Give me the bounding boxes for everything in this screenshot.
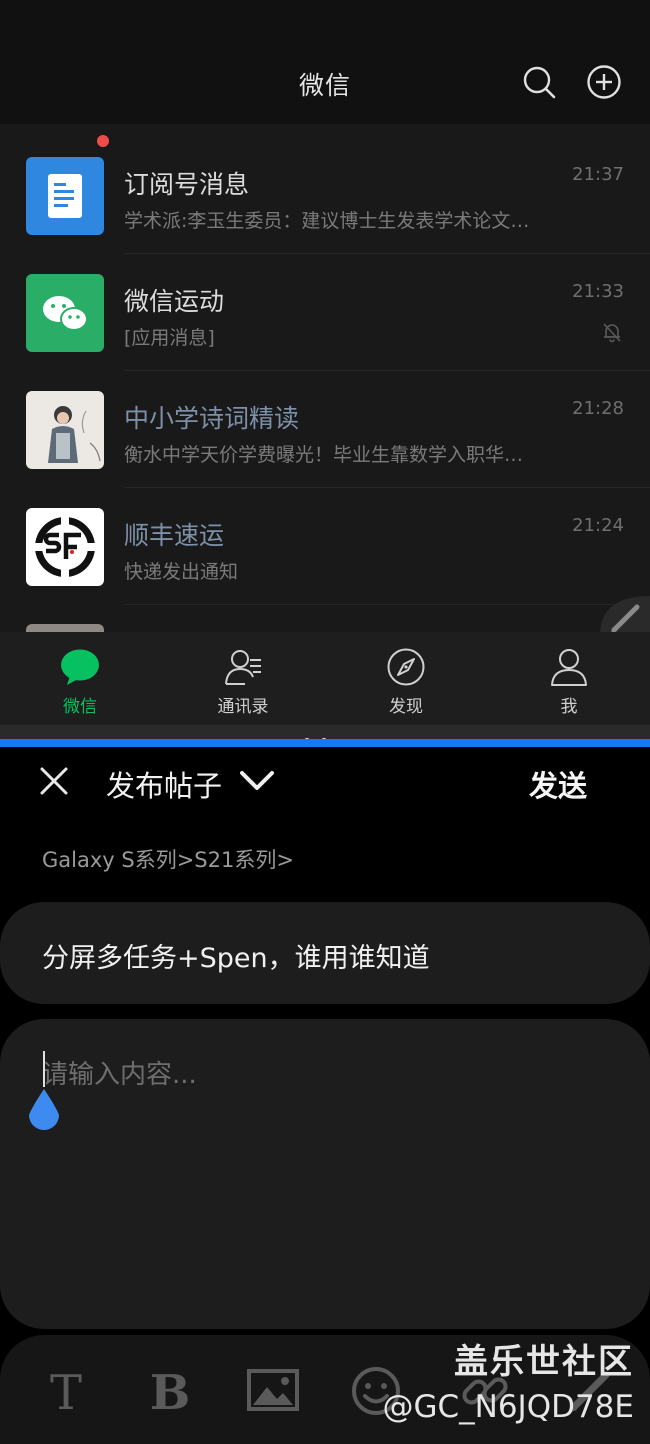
drag-dots-icon (304, 729, 348, 763)
cursor-handle-icon[interactable] (26, 1087, 62, 1133)
sf-express-logo-icon (26, 508, 104, 586)
unread-dot (95, 133, 111, 149)
chat-preview: 学术派:李玉生委员：建议博士生发表学术论文… (124, 210, 530, 232)
wechat-header: 微信 (0, 0, 650, 124)
editor-title[interactable]: 发布帖子 (106, 763, 222, 805)
floating-pen-icon[interactable] (600, 596, 650, 636)
post-content-field[interactable]: 请输入内容... (0, 1019, 650, 1329)
chat-name: 微信运动 (124, 287, 225, 316)
svg-text:B: B (150, 1365, 191, 1421)
svg-text:T: T (50, 1365, 82, 1421)
chat-item-sf-express[interactable]: 顺丰速运 快递发出通知 21:24 (0, 488, 650, 605)
chevron-down-icon[interactable] (238, 765, 276, 795)
chat-item-subscriptions[interactable]: 订阅号消息 学术派:李玉生委员：建议博士生发表学术论文… 21:37 (0, 137, 650, 254)
tab-label: 我 (560, 697, 578, 717)
close-icon[interactable] (38, 765, 70, 797)
send-button[interactable]: 发送 (529, 763, 587, 805)
tab-me[interactable]: 我 (509, 632, 629, 725)
chat-time: 21:33 (572, 281, 624, 302)
post-title-field[interactable]: 分屏多任务+Spen，谁用谁知道 (0, 902, 650, 1004)
person-icon (549, 647, 589, 687)
wechat-window: 微信 订阅号消息 学术派:李玉生委员：建议博士生发表学术论文… 21:37 微信… (0, 0, 650, 725)
wechat-sport-avatar-icon (26, 274, 104, 352)
breadcrumb[interactable]: Galaxy S系列>S21系列> (42, 844, 294, 874)
chat-time: 21:28 (572, 398, 624, 419)
chat-time: 21:37 (572, 164, 624, 185)
tab-discover[interactable]: 发现 (346, 632, 466, 725)
bold-icon[interactable]: B (140, 1361, 200, 1421)
chat-preview: [应用消息] (124, 327, 215, 349)
mute-bell-icon (600, 320, 624, 344)
subscription-avatar-icon (26, 157, 104, 235)
tab-label: 发现 (389, 697, 423, 717)
bottom-tab-bar: 微信 通讯录 发现 我 (0, 632, 650, 725)
tab-label: 微信 (63, 697, 97, 717)
watermark-user-id: @GC_N6JQD78E (382, 1389, 634, 1425)
poetry-avatar-icon (26, 391, 104, 469)
chat-preview: 衡水中学天价学费曝光！毕业生靠数学入职华… (124, 444, 524, 466)
compass-icon (386, 647, 426, 687)
image-icon[interactable] (243, 1361, 303, 1421)
text-cursor (43, 1051, 45, 1087)
chat-preview: 快递发出通知 (124, 561, 239, 583)
watermark-brand: 盖乐世社区 (454, 1342, 634, 1382)
focused-window-indicator (0, 739, 650, 747)
split-screen-handle[interactable] (0, 725, 650, 763)
post-title-value: 分屏多任务+Spen，谁用谁知道 (42, 943, 430, 974)
chat-name: 订阅号消息 (124, 170, 250, 199)
chat-name: 中小学诗词精读 (124, 404, 300, 433)
divider (124, 604, 650, 605)
text-icon[interactable]: T (36, 1361, 96, 1421)
chat-list: 订阅号消息 学术派:李玉生委员：建议博士生发表学术论文… 21:37 微信运动 … (0, 137, 650, 605)
contacts-icon (223, 647, 263, 687)
add-circle-icon[interactable] (584, 62, 624, 102)
tab-label: 通讯录 (217, 697, 269, 717)
tab-chats[interactable]: 微信 (20, 632, 140, 725)
community-watermark: 盖乐世社区 @GC_N6JQD78E (382, 1334, 634, 1425)
chat-name: 顺丰速运 (124, 521, 225, 550)
content-placeholder: 请输入内容... (42, 1060, 197, 1090)
chat-time: 21:24 (572, 515, 624, 536)
chat-bubble-icon (60, 647, 100, 687)
search-icon[interactable] (519, 62, 559, 102)
tab-contacts[interactable]: 通讯录 (183, 632, 303, 725)
chat-item-poetry[interactable]: 中小学诗词精读 衡水中学天价学费曝光！毕业生靠数学入职华… 21:28 (0, 371, 650, 488)
chat-item-wechat-sport[interactable]: 微信运动 [应用消息] 21:33 (0, 254, 650, 371)
